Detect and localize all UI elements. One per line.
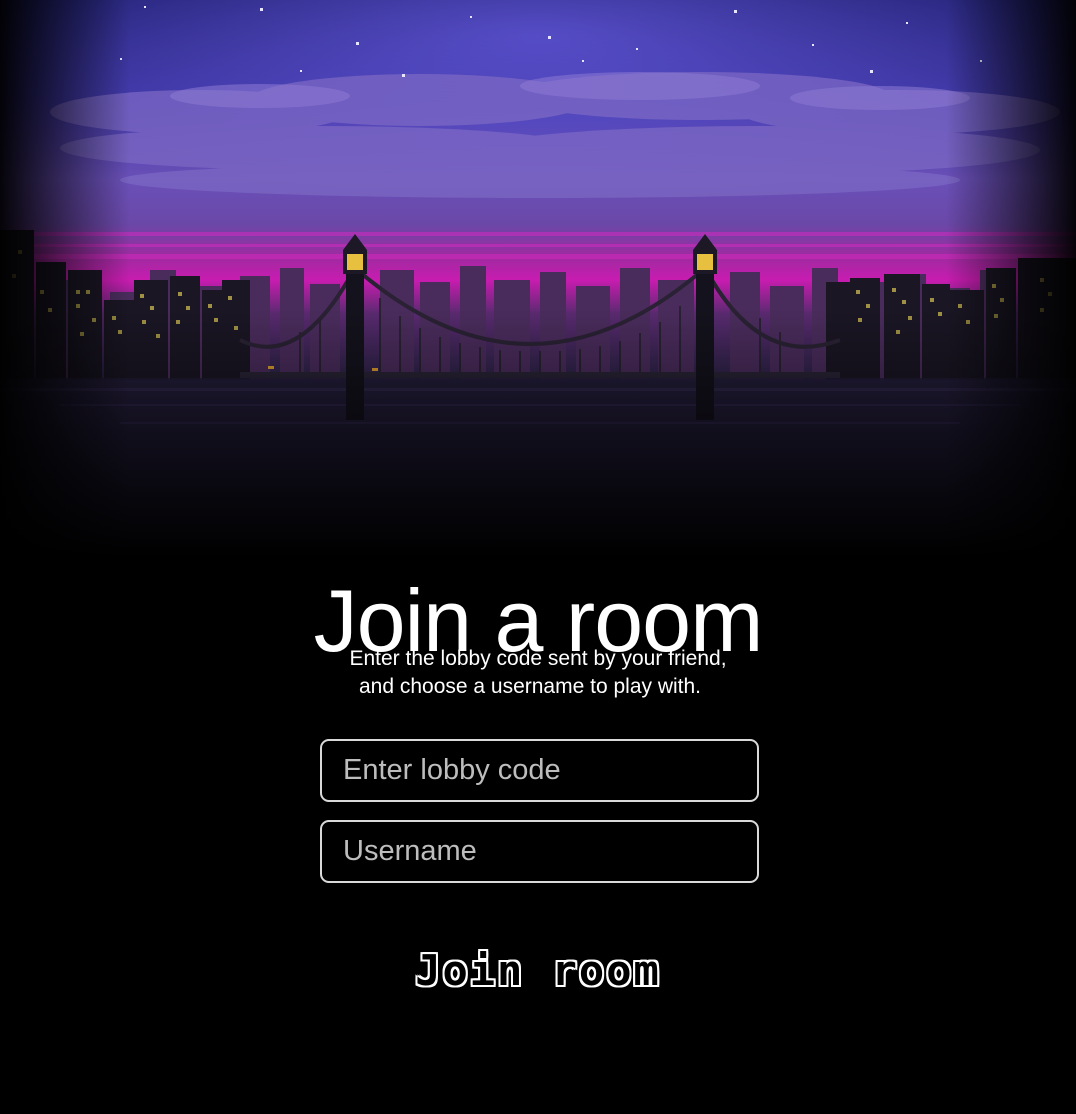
page-subtitle: Enter the lobby code sent by your friend… (0, 645, 1076, 701)
join-room-button-label: Join room (415, 946, 661, 995)
username-input[interactable] (320, 820, 759, 883)
subtitle-line-1: Enter the lobby code sent by your friend… (349, 647, 727, 670)
join-room-panel: Join a room Enter the lobby code sent by… (0, 0, 1076, 1114)
subtitle-line-2: and choose a username to play with. (358, 675, 702, 698)
lobby-code-input[interactable] (320, 739, 759, 802)
join-room-button[interactable]: Join room (388, 936, 688, 1006)
